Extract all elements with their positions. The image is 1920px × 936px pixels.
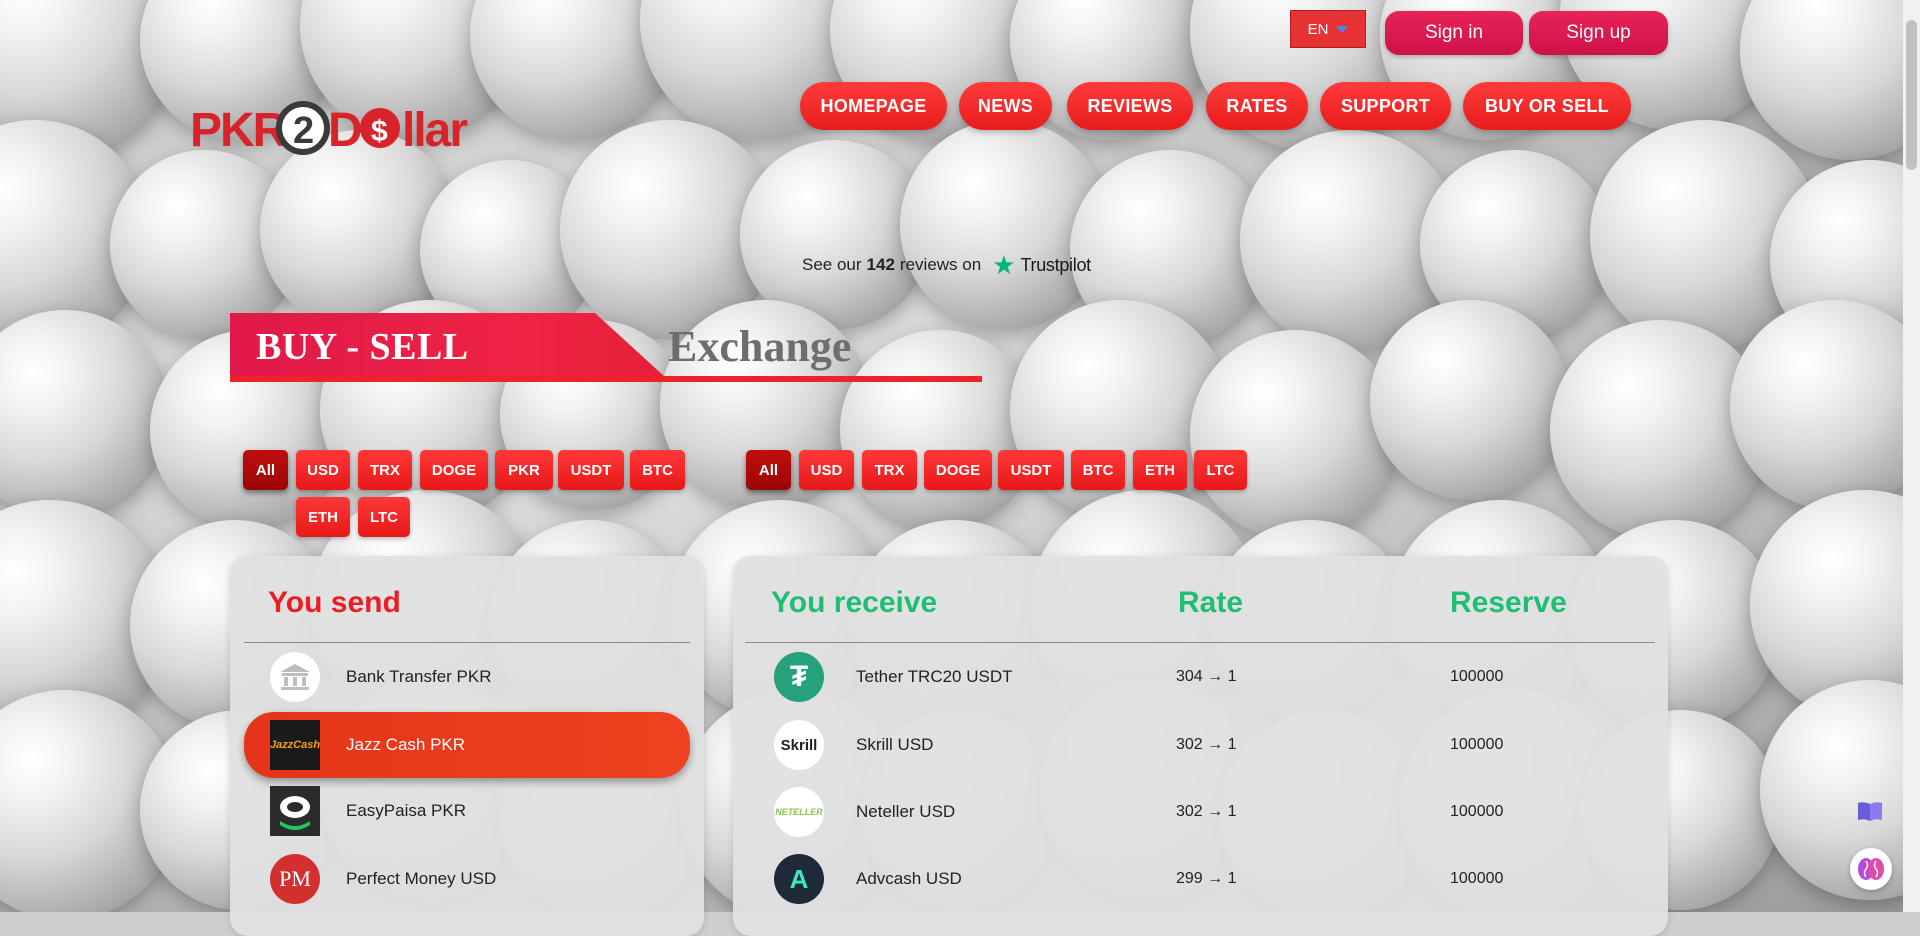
exchange-title: BUY - SELL Exchange — [230, 313, 982, 383]
receive-item-label: Tether TRC20 USDT — [856, 667, 1013, 686]
pm-icon-text: PM — [279, 866, 311, 891]
background-ball — [1740, 0, 1920, 160]
language-label: EN — [1307, 20, 1329, 38]
send-item-label: EasyPaisa PKR — [346, 801, 466, 820]
sign-in-button[interactable]: Sign in — [1385, 11, 1523, 55]
send-filter-usdt[interactable]: USDT — [558, 450, 624, 490]
receive-filter-all[interactable]: All — [746, 450, 791, 490]
send-filter-doge[interactable]: DOGE — [420, 450, 488, 490]
reader-book-icon[interactable] — [1849, 790, 1891, 832]
receive-heading: You receive — [771, 586, 938, 619]
receive-item-advcash-usd[interactable]: A Advcash USD 299 → 1 100000 — [745, 850, 1655, 908]
receive-item-neteller-usd[interactable]: NETELLER Neteller USD 302 → 1 100000 — [745, 783, 1655, 841]
reserve-value: 100000 — [1450, 736, 1504, 753]
background-ball — [1190, 330, 1400, 540]
trustpilot-suffix: reviews on — [899, 255, 982, 274]
svg-text:D: D — [328, 104, 361, 157]
title-main: BUY - SELL — [256, 326, 469, 368]
send-item-label: Jazz Cash PKR — [346, 735, 466, 754]
skrill-icon-text: Skrill — [780, 736, 818, 754]
rate-value: 302 → 1 — [1176, 803, 1237, 820]
trustpilot-brand: Trustpilot — [1020, 254, 1092, 275]
svg-text:$: $ — [371, 115, 388, 148]
send-item-label: Perfect Money USD — [346, 869, 497, 888]
advcash-icon-text: A — [789, 863, 809, 894]
neteller-icon: NETELLER — [774, 787, 824, 837]
receive-filter-eth[interactable]: ETH — [1133, 450, 1187, 490]
background-ball — [1370, 300, 1570, 500]
nav-support[interactable]: SUPPORT — [1320, 82, 1451, 130]
jazzcash-icon-text: JazzCash — [269, 739, 321, 751]
advcash-icon: A — [774, 854, 824, 904]
receive-item-label: Advcash USD — [856, 869, 962, 888]
send-filter-all[interactable]: All — [243, 450, 288, 490]
easypaisa-icon — [270, 786, 320, 836]
svg-text:llar: llar — [402, 104, 467, 157]
language-selector[interactable]: EN — [1290, 10, 1366, 48]
send-item-label: Bank Transfer PKR — [346, 667, 492, 686]
svg-text:PKR: PKR — [190, 104, 287, 157]
receive-divider — [745, 642, 1655, 643]
reserve-value: 100000 — [1450, 668, 1504, 685]
rate-value: 304 → 1 — [1176, 668, 1237, 685]
site-logo[interactable]: PKR 2 D $ llar — [190, 96, 490, 162]
review-count: 142 — [866, 255, 895, 274]
jazzcash-icon: JazzCash — [270, 720, 320, 770]
chevron-down-icon — [1336, 25, 1349, 33]
page-scrollbar[interactable] — [1903, 0, 1920, 912]
send-item-jazz-cash-pkr[interactable]: JazzCash Jazz Cash PKR — [244, 712, 690, 778]
send-filter-pkr[interactable]: PKR — [495, 450, 553, 490]
rate-heading: Rate — [1178, 586, 1244, 619]
background-ball — [0, 310, 170, 520]
title-secondary: Exchange — [668, 322, 852, 371]
receive-filter-doge[interactable]: DOGE — [924, 450, 992, 490]
send-filter-ltc[interactable]: LTC — [358, 497, 410, 537]
send-filter-eth[interactable]: ETH — [296, 497, 350, 537]
nav-buy-or-sell[interactable]: BUY OR SELL — [1463, 82, 1631, 130]
send-item-easypaisa-pkr[interactable]: EasyPaisa PKR — [244, 782, 690, 840]
neteller-icon-text: NETELLER — [775, 807, 823, 817]
trustpilot-star-icon: ★ — [992, 250, 1016, 280]
trustpilot-widget[interactable]: See our 142 reviews on ★ Trustpilot — [802, 250, 1091, 280]
nav-news[interactable]: NEWS — [959, 82, 1052, 130]
title-underline — [230, 376, 982, 382]
nav-rates[interactable]: RATES — [1206, 82, 1308, 130]
receive-item-skrill-usd[interactable]: Skrill Skrill USD 302 → 1 100000 — [745, 716, 1655, 774]
rate-value: 302 → 1 — [1176, 736, 1237, 753]
receive-filter-usd[interactable]: USD — [799, 450, 854, 490]
receive-filter-trx[interactable]: TRX — [862, 450, 917, 490]
rate-value: 299 → 1 — [1176, 870, 1237, 887]
ai-brain-icon[interactable] — [1850, 848, 1892, 890]
send-filter-btc[interactable]: BTC — [630, 450, 685, 490]
tether-icon-text: ₮ — [789, 660, 809, 693]
receive-item-label: Skrill USD — [856, 735, 934, 754]
receive-filter-usdt[interactable]: USDT — [998, 450, 1064, 490]
send-item-perfect-money-usd[interactable]: PM Perfect Money USD — [244, 850, 690, 908]
reserve-value: 100000 — [1450, 803, 1504, 820]
receive-item-tether-trc20-usdt[interactable]: ₮ Tether TRC20 USDT 304 → 1 100000 — [745, 648, 1655, 706]
skrill-icon: Skrill — [774, 720, 824, 770]
perfect-money-icon: PM — [270, 854, 320, 904]
reserve-value: 100000 — [1450, 870, 1504, 887]
background-ball — [1760, 680, 1920, 900]
receive-item-label: Neteller USD — [856, 802, 956, 821]
send-filter-usd[interactable]: USD — [296, 450, 350, 490]
scrollbar-thumb[interactable] — [1906, 20, 1917, 170]
sign-up-button[interactable]: Sign up — [1529, 11, 1668, 55]
bank-icon — [270, 652, 320, 702]
receive-panel: You receive Rate Reserve ₮ Tether TRC20 … — [733, 556, 1668, 936]
send-panel: You send Bank Transfer PKR JazzCash Jazz… — [230, 556, 704, 936]
receive-filter-btc[interactable]: BTC — [1071, 450, 1125, 490]
nav-reviews[interactable]: REVIEWS — [1067, 82, 1193, 130]
send-heading: You send — [268, 586, 401, 619]
send-divider — [244, 642, 690, 643]
reserve-heading: Reserve — [1450, 586, 1567, 619]
trustpilot-prefix: See our — [802, 255, 862, 274]
send-item-bank-transfer-pkr[interactable]: Bank Transfer PKR — [244, 648, 690, 706]
nav-homepage[interactable]: HOMEPAGE — [800, 82, 947, 130]
send-filter-trx[interactable]: TRX — [358, 450, 412, 490]
tether-icon: ₮ — [774, 652, 824, 702]
svg-text:2: 2 — [293, 110, 314, 152]
receive-filter-ltc[interactable]: LTC — [1194, 450, 1247, 490]
